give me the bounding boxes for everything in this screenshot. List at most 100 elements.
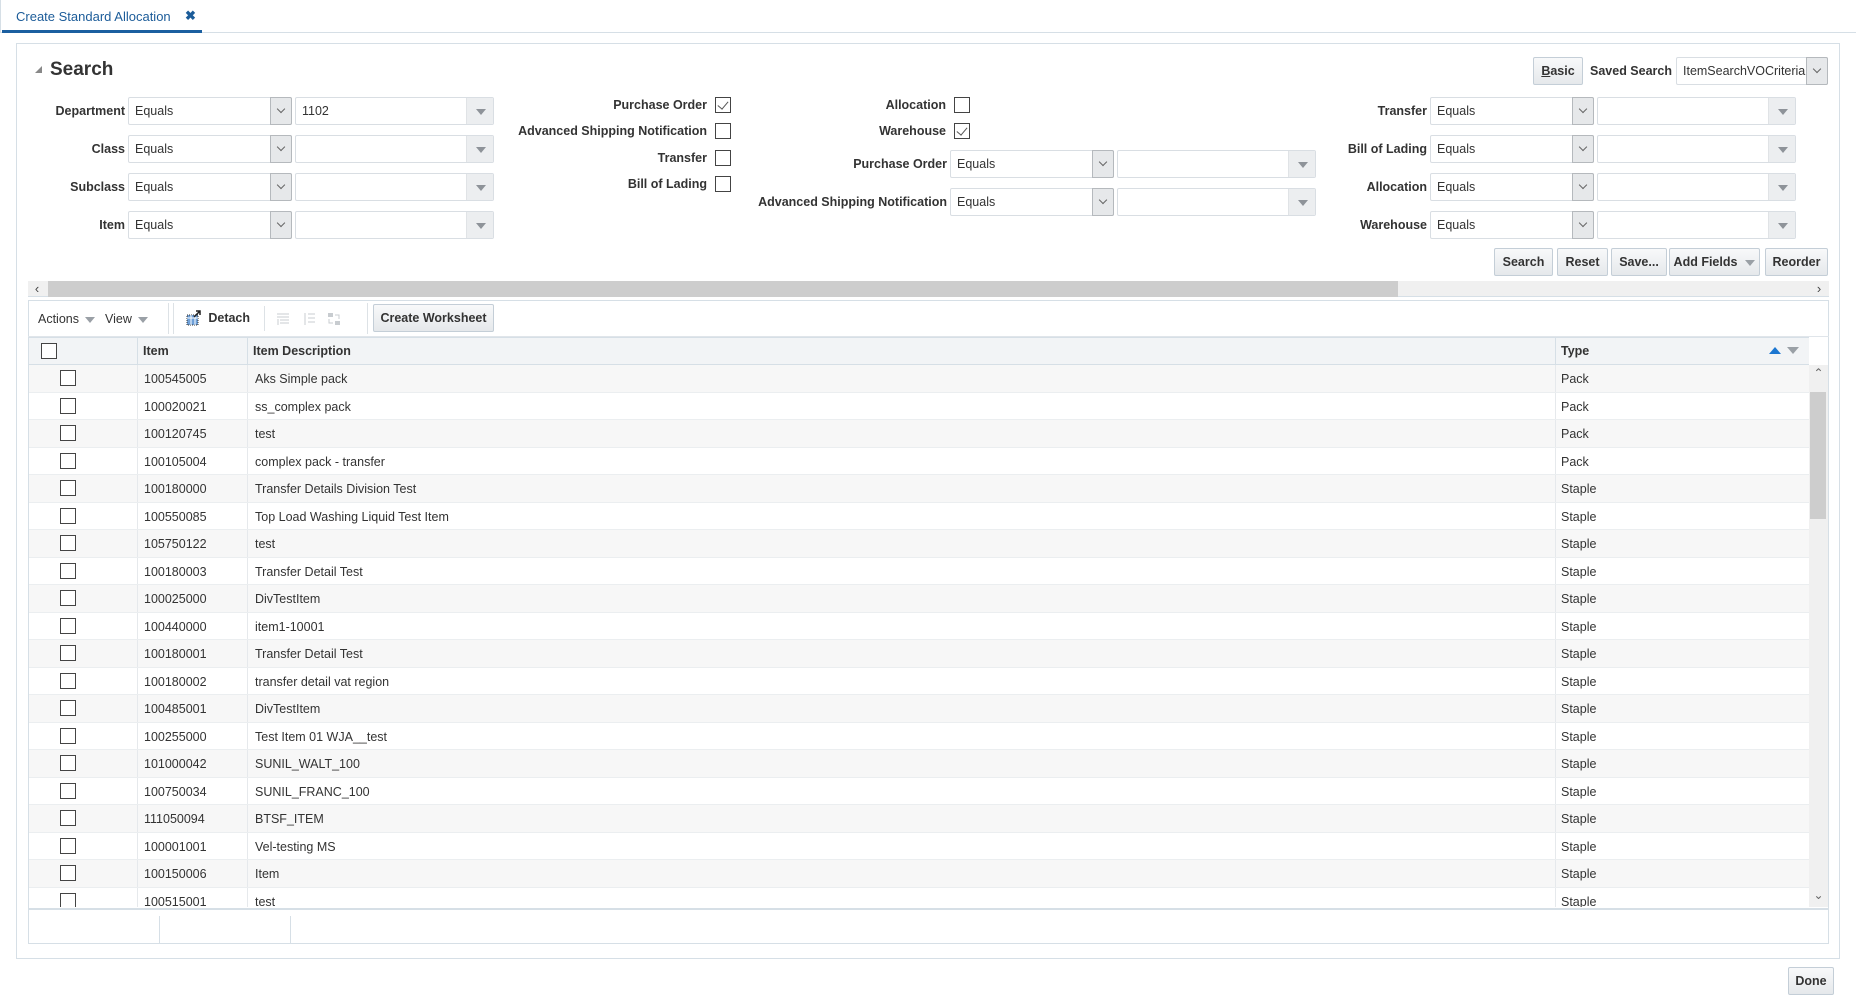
purchase-order-value-input[interactable] — [1117, 150, 1316, 178]
row-checkbox[interactable] — [60, 672, 76, 689]
purchase-order-operator-select[interactable]: Equals — [950, 150, 1114, 178]
row-checkbox[interactable] — [60, 700, 76, 716]
class-value-input[interactable] — [295, 135, 494, 163]
column-header-item[interactable]: Item — [137, 338, 247, 366]
bill-of-lading-checkbox[interactable] — [715, 176, 731, 192]
scroll-left-icon[interactable]: ‹ — [28, 281, 46, 297]
chevron-down-icon[interactable] — [1572, 135, 1594, 163]
dropdown-arrow-icon[interactable] — [1288, 151, 1315, 177]
warehouse-operator-select[interactable]: Equals — [1430, 211, 1594, 239]
department-value-input[interactable]: 1102 — [295, 97, 494, 125]
warehouse-checkbox[interactable] — [954, 123, 970, 139]
row-checkbox[interactable] — [60, 645, 76, 661]
scroll-up-icon[interactable]: ⌃ — [1809, 366, 1828, 384]
row-checkbox[interactable] — [60, 837, 76, 854]
chevron-down-icon[interactable] — [270, 97, 292, 125]
disclosure-triangle-icon[interactable] — [35, 66, 42, 73]
sort-ascending-icon[interactable] — [1769, 347, 1781, 354]
chevron-down-icon[interactable] — [1092, 188, 1114, 216]
scroll-down-icon[interactable]: ⌄ — [1809, 888, 1828, 906]
horizontal-scrollbar-thumb[interactable] — [48, 281, 1398, 297]
close-icon[interactable]: ✖ — [185, 8, 196, 24]
bill-of-lading-value-input[interactable] — [1597, 135, 1796, 163]
chevron-down-icon[interactable] — [270, 211, 292, 239]
transfer-checkbox[interactable] — [715, 150, 731, 166]
table-row[interactable]: 100001001 Vel-testing MS Staple — [29, 832, 1809, 860]
subclass-value-input[interactable] — [295, 173, 494, 201]
tab-create-standard-allocation[interactable]: Create Standard Allocation ✖ — [2, 0, 202, 33]
warehouse-value-input[interactable] — [1597, 211, 1796, 239]
view-menu[interactable]: View — [105, 312, 148, 326]
dropdown-arrow-icon[interactable] — [1768, 174, 1795, 200]
table-row[interactable]: 100440000 item1-10001 Staple — [29, 612, 1809, 640]
row-checkbox[interactable] — [60, 535, 76, 551]
table-row[interactable]: 100255000 Test Item 01 WJA__test Staple — [29, 722, 1809, 750]
search-button[interactable]: Search — [1494, 248, 1553, 276]
table-row[interactable]: 100150006 Item Staple — [29, 860, 1809, 888]
dropdown-arrow-icon[interactable] — [1768, 98, 1795, 124]
saved-search-select[interactable]: ItemSearchVOCriteria — [1676, 57, 1828, 85]
vertical-scrollbar-thumb[interactable] — [1810, 392, 1826, 519]
row-checkbox[interactable] — [60, 782, 76, 799]
row-checkbox[interactable] — [60, 892, 76, 907]
dropdown-arrow-icon[interactable] — [466, 136, 493, 162]
save-button[interactable]: Save... — [1611, 248, 1667, 276]
item-value-input[interactable] — [295, 211, 494, 239]
transfer-operator-select[interactable]: Equals — [1430, 97, 1594, 125]
dropdown-arrow-icon[interactable] — [466, 212, 493, 238]
column-header-item-description[interactable]: Item Description — [247, 338, 1555, 366]
detach-button[interactable]: Detach — [186, 310, 250, 326]
chevron-down-icon[interactable] — [1572, 211, 1594, 239]
table-row[interactable]: 101000042 SUNIL_WALT_100 Staple — [29, 750, 1809, 778]
basic-button[interactable]: Basic — [1533, 57, 1583, 85]
subclass-operator-select[interactable]: Equals — [128, 173, 292, 201]
chevron-down-icon[interactable] — [1806, 57, 1828, 85]
bill-of-lading-operator-select[interactable]: Equals — [1430, 135, 1594, 163]
table-row[interactable]: 100120745 test Pack — [29, 420, 1809, 448]
dropdown-arrow-icon[interactable] — [466, 98, 493, 124]
advanced-shipping-notification-checkbox[interactable] — [715, 123, 731, 139]
table-row[interactable]: 100025000 DivTestItem Staple — [29, 585, 1809, 613]
chevron-down-icon[interactable] — [1572, 173, 1594, 201]
sort-descending-icon[interactable] — [1787, 347, 1799, 354]
item-operator-select[interactable]: Equals — [128, 211, 292, 239]
chevron-down-icon[interactable] — [270, 173, 292, 201]
row-checkbox[interactable] — [60, 617, 76, 634]
row-checkbox[interactable] — [60, 480, 76, 496]
chevron-down-icon[interactable] — [1572, 97, 1594, 125]
row-checkbox[interactable] — [60, 810, 76, 826]
advanced-shipping-notification-value-input[interactable] — [1117, 188, 1316, 216]
table-row[interactable]: 100545005 Aks Simple pack Pack — [29, 365, 1809, 393]
allocation-value-input[interactable] — [1597, 173, 1796, 201]
table-row[interactable]: 100485001 DivTestItem Staple — [29, 695, 1809, 723]
reorder-button[interactable]: Reorder — [1765, 248, 1828, 276]
table-row[interactable]: 100180000 Transfer Details Division Test S… — [29, 475, 1809, 503]
actions-menu[interactable]: Actions — [38, 312, 95, 326]
table-row[interactable]: 100020021 ss_complex pack Pack — [29, 392, 1809, 420]
table-row[interactable]: 100550085 Top Load Washing Liquid Test It… — [29, 502, 1809, 530]
table-row[interactable]: 100180002 transfer detail vat region Stapl… — [29, 667, 1809, 695]
reset-button[interactable]: Reset — [1557, 248, 1608, 276]
allocation-checkbox[interactable] — [954, 97, 970, 113]
row-checkbox[interactable] — [60, 562, 76, 579]
table-row[interactable]: 100750034 SUNIL_FRANC_100 Staple — [29, 777, 1809, 805]
dropdown-arrow-icon[interactable] — [1768, 212, 1795, 238]
row-checkbox[interactable] — [60, 452, 76, 469]
row-checkbox[interactable] — [60, 370, 76, 386]
row-checkbox[interactable] — [60, 590, 76, 606]
dropdown-arrow-icon[interactable] — [466, 174, 493, 200]
advanced-shipping-notification-operator-select[interactable]: Equals — [950, 188, 1114, 216]
row-checkbox[interactable] — [60, 755, 76, 771]
done-button[interactable]: Done — [1788, 967, 1834, 995]
class-operator-select[interactable]: Equals — [128, 135, 292, 163]
table-row[interactable]: 100180003 Transfer Detail Test Staple — [29, 557, 1809, 585]
table-row[interactable]: 100180001 Transfer Detail Test Staple — [29, 640, 1809, 668]
transfer-value-input[interactable] — [1597, 97, 1796, 125]
chevron-down-icon[interactable] — [1092, 150, 1114, 178]
table-row[interactable]: 100105004 complex pack - transfer Pack — [29, 447, 1809, 475]
row-checkbox[interactable] — [60, 397, 76, 414]
select-all-checkbox[interactable] — [41, 343, 57, 359]
row-checkbox[interactable] — [60, 507, 76, 524]
dropdown-arrow-icon[interactable] — [1768, 136, 1795, 162]
add-fields-button[interactable]: Add Fields — [1669, 248, 1760, 276]
